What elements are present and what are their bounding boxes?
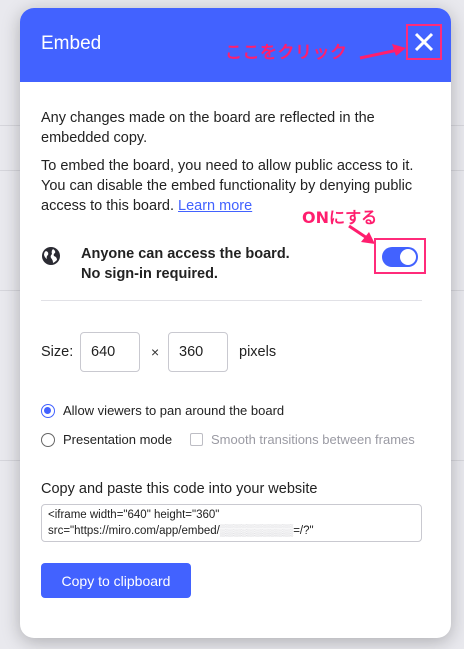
code-line-2-suffix: =/?" [293, 525, 314, 537]
times-symbol: × [151, 344, 160, 360]
modal-header: Embed ここをクリック [20, 8, 451, 82]
embed-code-textarea[interactable]: <iframe width="640" height="360" src="ht… [41, 504, 422, 542]
smooth-transitions-option[interactable]: Smooth transitions between frames [190, 432, 415, 447]
pan-radio-label: Allow viewers to pan around the board [63, 403, 285, 418]
code-line-2-prefix: src="https://miro.com/app/embed/ [48, 525, 220, 537]
public-access-toggle[interactable] [382, 247, 418, 267]
modal-title: Embed [41, 33, 102, 54]
width-input[interactable] [80, 332, 140, 372]
size-label: Size: [41, 344, 74, 360]
presentation-option[interactable]: Presentation mode [41, 432, 172, 447]
code-line-2: src="https://miro.com/app/embed/▒▒▒▒▒▒▒▒… [48, 523, 415, 539]
annotation-click-here: ここをクリック [225, 43, 348, 63]
smooth-transitions-checkbox[interactable] [190, 433, 203, 446]
redacted-board-id: ▒▒▒▒▒▒▒▒▒ [219, 525, 294, 537]
presentation-radio-label: Presentation mode [63, 432, 173, 447]
toggle-highlight [374, 238, 426, 274]
embed-modal: Embed ここをクリック Any changes made on the bo… [20, 8, 451, 638]
annotation-arrow [359, 44, 406, 60]
section-divider [41, 300, 422, 301]
pan-radio[interactable] [41, 403, 55, 418]
code-line-1: <iframe width="640" height="360" [48, 509, 220, 521]
public-access-label: Anyone can access the board. No sign-in … [81, 244, 341, 284]
close-button[interactable] [406, 24, 442, 60]
copy-to-clipboard-button[interactable]: Copy to clipboard [41, 563, 191, 598]
learn-more-link[interactable]: Learn more [178, 198, 252, 214]
globe-icon [42, 247, 60, 265]
pan-option[interactable]: Allow viewers to pan around the board [41, 403, 284, 418]
close-icon [414, 32, 434, 52]
height-input[interactable] [168, 332, 228, 372]
access-line-2: No sign-in required. [81, 266, 218, 282]
intro-text: Any changes made on the board are reflec… [41, 110, 375, 146]
presentation-radio[interactable] [41, 432, 55, 447]
smooth-transitions-label: Smooth transitions between frames [211, 432, 415, 447]
toggle-knob [400, 249, 416, 265]
annotation-arrow [348, 224, 375, 244]
copy-code-label: Copy and paste this code into your websi… [41, 481, 318, 497]
pixels-label: pixels [239, 344, 277, 360]
access-line-1: Anyone can access the board. [81, 246, 290, 262]
